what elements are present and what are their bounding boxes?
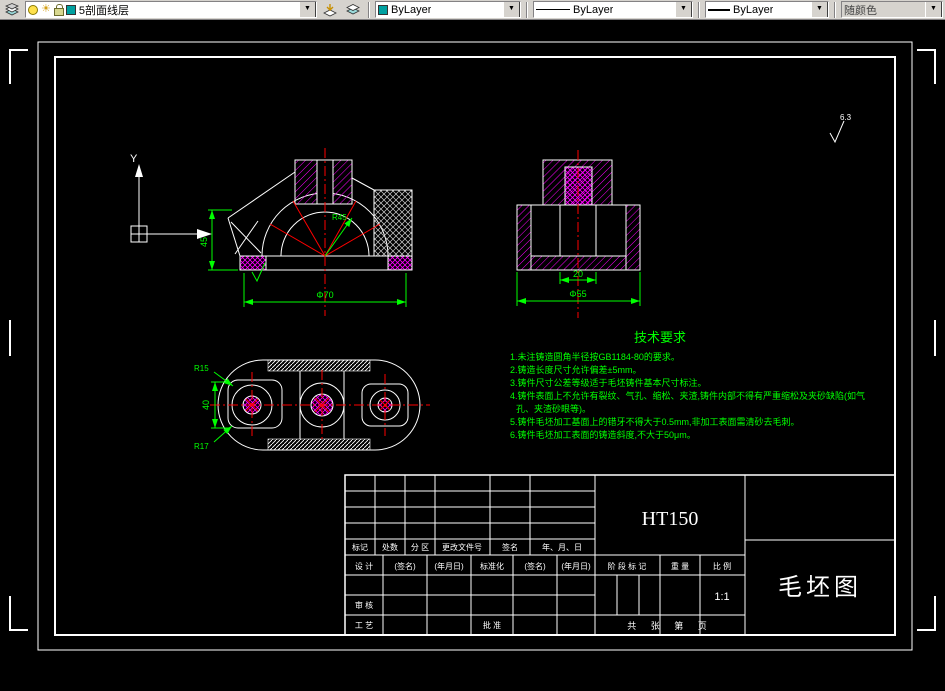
tb-craft: 工 艺	[355, 621, 373, 630]
ucs-y-label: Y	[130, 153, 138, 165]
dim-front-radius: R45	[332, 213, 347, 222]
lineweight-combo-dropdown-icon[interactable]: ▼	[811, 2, 828, 17]
tb-date: (年月日)	[434, 561, 464, 571]
dim-top-height: 40	[201, 400, 211, 410]
layer-properties-button[interactable]	[2, 1, 22, 18]
tb-sign: (签名)	[394, 561, 416, 571]
dim-top-r-small: R15	[194, 364, 209, 373]
dim-side-inner: 20	[573, 269, 583, 279]
tech-line: 5.铸件毛坯加工基面上的错牙不得大于0.5mm,非加工表面需清砂去毛刺。	[510, 416, 800, 427]
linetype-combo[interactable]: ByLayer ▼	[533, 1, 693, 18]
layers-icon	[5, 2, 19, 15]
layer-combo-value: 5剖面线层	[78, 4, 129, 17]
lineweight-sample	[708, 8, 730, 11]
tb-rev-count: 处数	[382, 542, 398, 552]
drawing-canvas[interactable]: Y 45 Φ70 R45 20 Φ55 R15 R17 40 6.3 技术要求 …	[0, 20, 945, 686]
tech-line: 1.未注铸造圆角半径按GB1184-80的要求。	[510, 351, 680, 362]
dim-front-height: 45	[199, 237, 209, 247]
tb-pages: 共 张 第 页	[627, 620, 713, 631]
tb-approve: 批 准	[483, 620, 501, 630]
sheet-frame	[9, 41, 936, 651]
linetype-sample	[536, 9, 570, 10]
tb-date2: (年月日)	[561, 561, 591, 571]
linetype-combo-dropdown-icon[interactable]: ▼	[675, 2, 692, 17]
tb-rev-file: 更改文件号	[442, 542, 482, 552]
toolbar-separator	[698, 1, 700, 18]
top-view: R15 R17 40	[194, 359, 430, 451]
current-color-chip	[378, 4, 388, 15]
tb-rev-zone: 分 区	[411, 543, 429, 552]
tb-drawing-title: 毛坯图	[778, 574, 862, 601]
toolbar-separator	[368, 1, 370, 18]
title-block: 标记 处数 分 区 更改文件号 签名 年、月、日 设 计 (签名) (年月日) …	[344, 474, 896, 636]
roughness-value: 6.3	[840, 113, 852, 122]
dim-front-width: Φ70	[316, 290, 333, 300]
tech-title: 技术要求	[634, 330, 686, 345]
tech-line: 3.铸件尺寸公差等级适于毛坯铸件基本尺寸标注。	[510, 377, 707, 388]
lineweight-combo-value: ByLayer	[733, 3, 774, 16]
layer-on-bulb-icon[interactable]	[28, 4, 38, 15]
tb-audit: 审 核	[355, 600, 373, 610]
plot-style-combo[interactable]: 随颜色 ▼	[841, 1, 943, 18]
layer-color-chip	[65, 4, 76, 15]
tech-line: 6.铸件毛坯加工表面的铸造斜度,不大于50μm。	[510, 429, 696, 440]
tb-material: HT150	[642, 508, 699, 530]
tb-rev-date: 年、月、日	[542, 542, 582, 552]
roughness-symbol: 6.3	[829, 113, 852, 144]
tb-rev-mark: 标记	[352, 542, 368, 552]
lineweight-combo[interactable]: ByLayer ▼	[705, 1, 829, 18]
tb-sign2: (签名)	[524, 561, 546, 571]
layer-combo-dropdown-icon[interactable]: ▼	[299, 2, 316, 17]
plot-style-dropdown-icon[interactable]: ▼	[925, 2, 942, 17]
layer-previous-button[interactable]	[343, 1, 363, 18]
technical-requirements: 技术要求 1.未注铸造圆角半径按GB1184-80的要求。 2.铸造长度尺寸允许…	[510, 330, 865, 440]
toolbar-separator	[834, 1, 836, 18]
toolbar-separator	[526, 1, 528, 18]
tb-rev-sign: 签名	[502, 542, 518, 552]
tech-line: 2.铸造长度尺寸允许偏差±5mm。	[510, 364, 641, 375]
plot-style-value: 随颜色	[844, 4, 877, 17]
model-space[interactable]: Y 45 Φ70 R45 20 Φ55 R15 R17 40 6.3 技术要求 …	[0, 20, 945, 686]
dim-top-r-big: R17	[194, 442, 209, 451]
color-combo-dropdown-icon[interactable]: ▼	[503, 2, 520, 17]
sheet-arrow-icon	[323, 3, 337, 16]
dim-side-width: Φ55	[569, 289, 586, 299]
ucs-icon: Y	[130, 153, 212, 243]
color-combo-value: ByLayer	[391, 3, 432, 16]
color-combo[interactable]: ByLayer ▼	[375, 1, 521, 18]
make-object-layer-current-button[interactable]	[320, 1, 340, 18]
front-view: 45 Φ70 R45	[199, 148, 413, 316]
toolbar: ☀ 5剖面线层 ▼ ByLayer ▼ ByLayer ▼ ByLayer ▼	[0, 0, 945, 20]
sheets-stack-icon	[346, 3, 360, 14]
layer-freeze-sun-icon[interactable]: ☀	[41, 4, 51, 15]
tb-weight: 重 量	[671, 561, 689, 571]
layer-lock-icon[interactable]	[53, 3, 64, 16]
tech-line: 4.铸件表面上不允许有裂纹、气孔、缩松、夹渣,铸件内部不得有严重缩松及夹砂缺陷(…	[510, 390, 865, 401]
tech-line: 孔、夹渣砂眼等)。	[516, 403, 591, 414]
tb-standardize: 标准化	[480, 561, 504, 571]
side-view: 20 Φ55	[516, 150, 641, 318]
linetype-combo-value: ByLayer	[573, 3, 614, 16]
layer-combo[interactable]: ☀ 5剖面线层 ▼	[25, 1, 317, 18]
tb-scale-label: 比 例	[713, 561, 731, 571]
tb-scale-value: 1:1	[714, 591, 729, 603]
tb-design: 设 计	[355, 561, 373, 571]
tb-stage: 阶 段 标 记	[608, 561, 647, 571]
